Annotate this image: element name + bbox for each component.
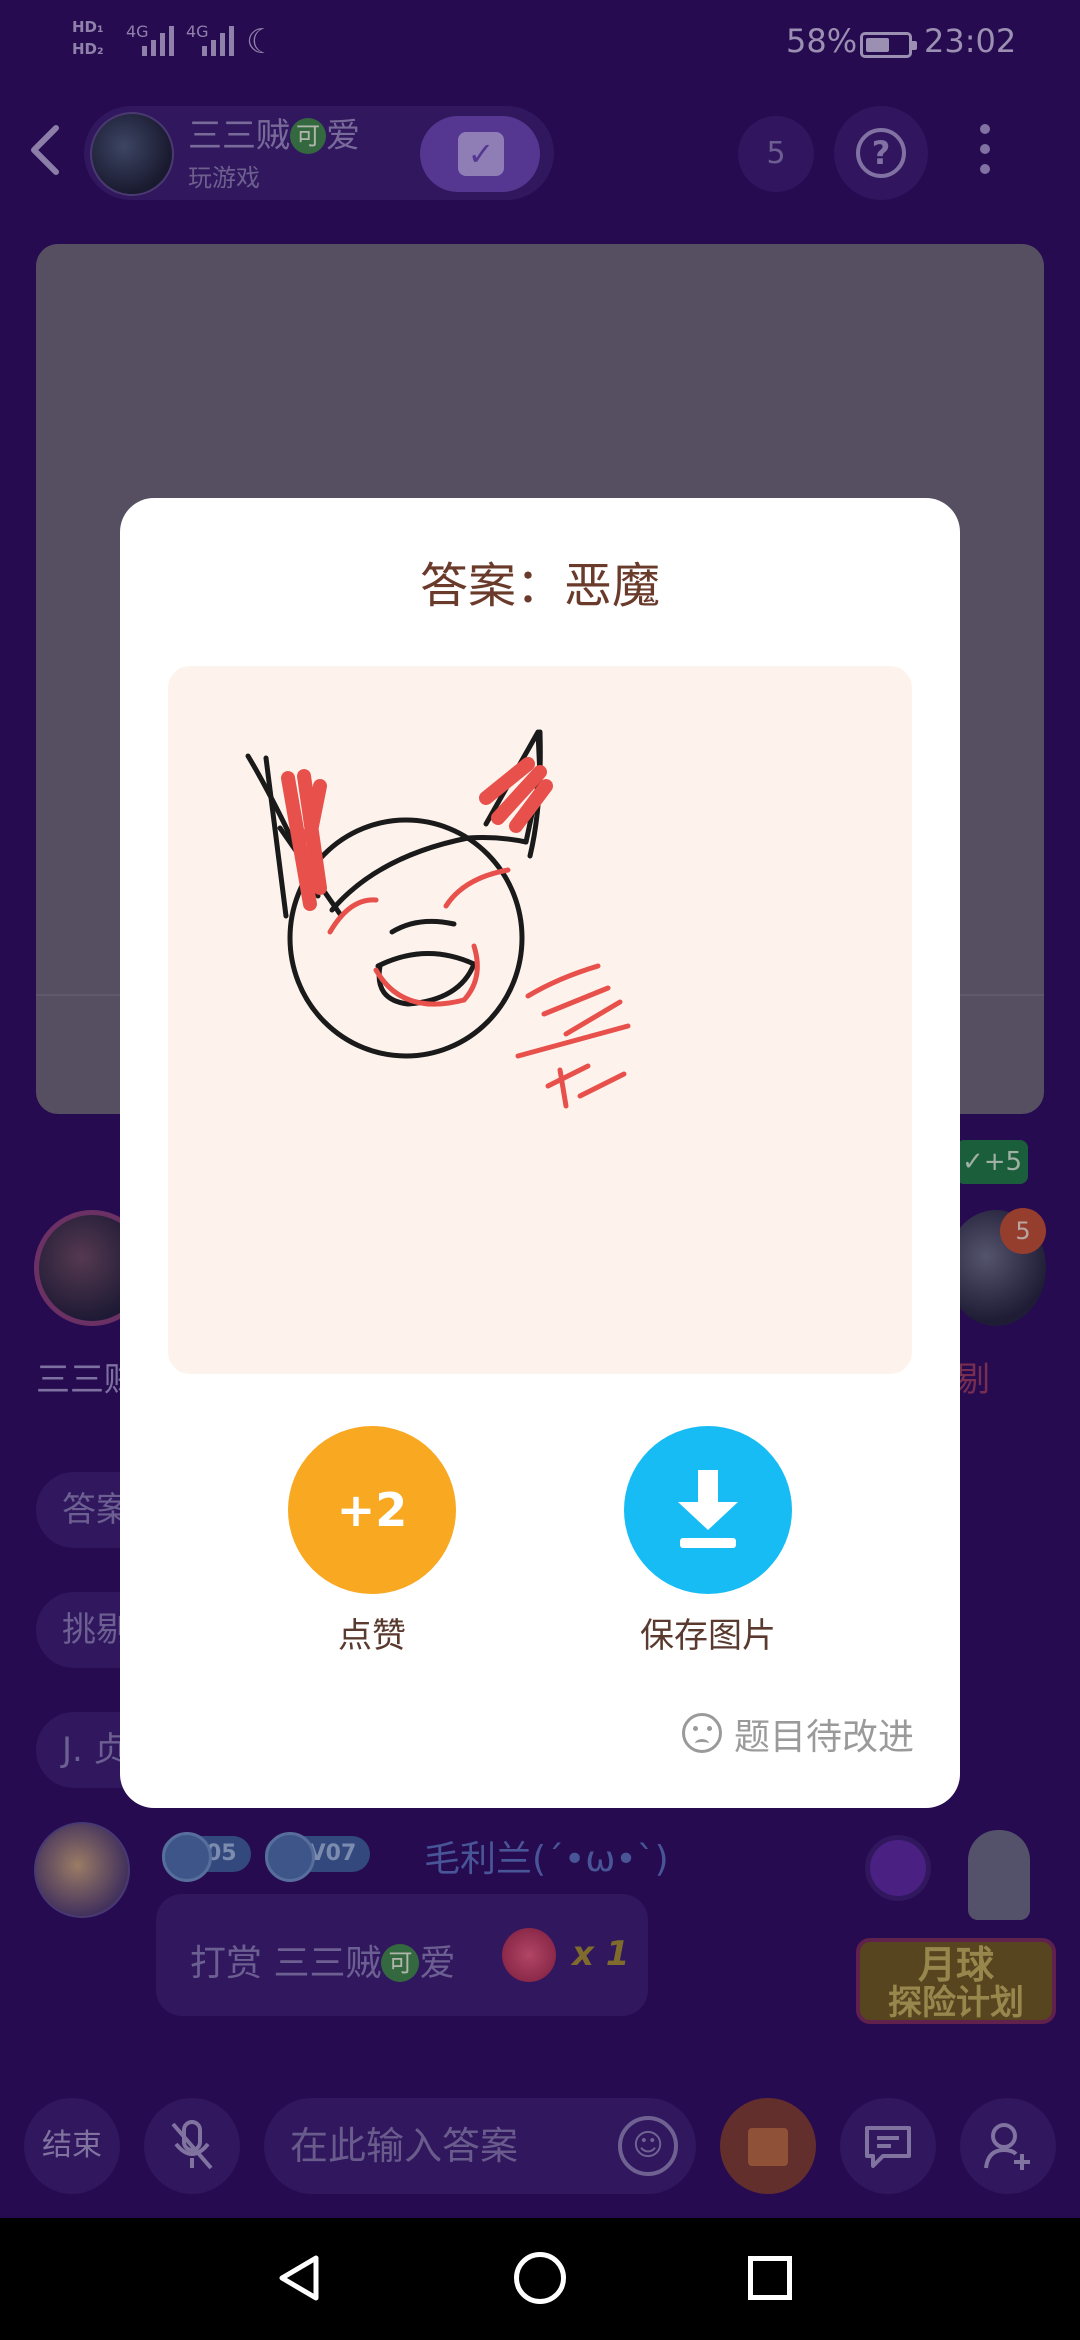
answer-title: 答案：恶魔 [419,558,660,614]
nav-back-icon[interactable] [276,2254,324,2302]
download-icon [678,1470,738,1548]
like-button[interactable]: +2 [288,1426,456,1594]
demon-drawing [245,729,631,1109]
answer-dialog: 答案：恶魔 +2 点赞 保存图片 题目待改进 [120,498,960,1808]
game-screen: HD₁ HD₂ 4G 4G ☾ 58% 23:02 三三贼可爱 玩游戏 ✓ 5 … [0,0,1080,2218]
sad-face-icon [681,1713,722,1753]
drawing-image [168,666,912,1374]
report-question-link[interactable]: 题目待改进 [681,1708,914,1760]
system-nav-bar [0,2218,1080,2340]
like-label: 点赞 [338,1616,406,1656]
save-image-label: 保存图片 [640,1616,776,1656]
nav-home-icon[interactable] [514,2252,566,2304]
report-question-label: 题目待改进 [733,1717,914,1758]
nav-recents-icon[interactable] [748,2256,792,2300]
save-image-button[interactable] [624,1426,792,1594]
